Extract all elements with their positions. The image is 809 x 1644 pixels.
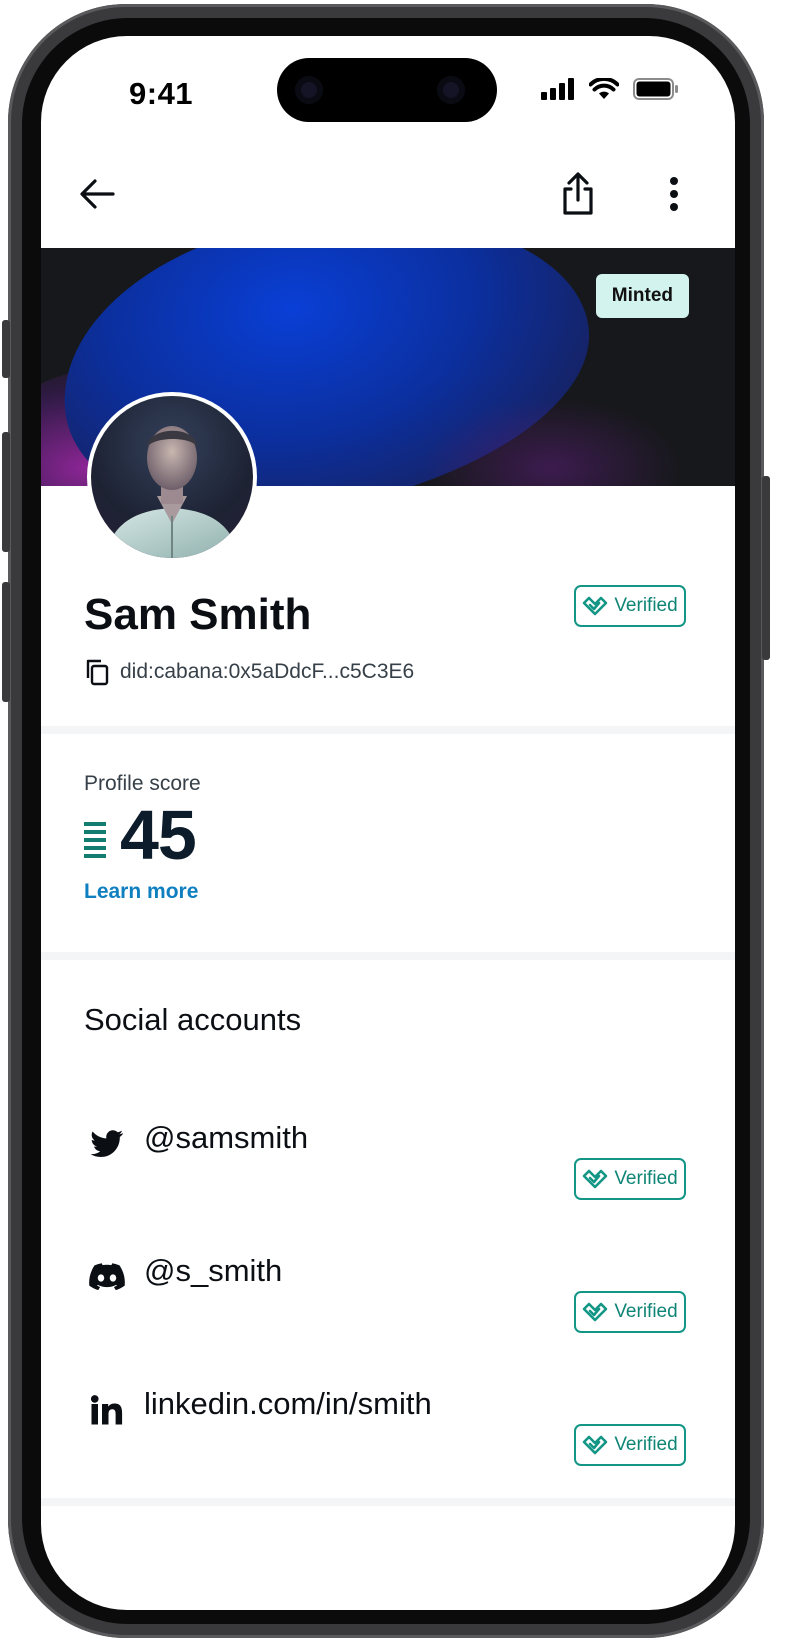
cellular-signal-icon: [541, 78, 574, 100]
sensor-lens: [437, 76, 465, 104]
silent-switch: [2, 582, 10, 702]
screen: 9:41 Minted Sam Smith did:cabana:0x5aDdc…: [41, 36, 735, 1610]
power-button: [762, 476, 770, 660]
status-bar: 9:41: [41, 36, 735, 146]
copy-icon: [86, 659, 109, 686]
score-value: 45: [120, 796, 197, 874]
linkedin-icon: [89, 1392, 125, 1428]
verified-heart-icon: [583, 1169, 608, 1189]
did-row[interactable]: did:cabana:0x5aDdcF...c5C3E6: [84, 658, 414, 686]
account-handle: @s_smith: [144, 1253, 283, 1288]
wifi-icon: [589, 78, 619, 99]
account-verified-badge: Verified: [574, 1424, 686, 1466]
section-divider: [41, 952, 735, 960]
section-divider: [41, 1498, 735, 1506]
share-icon: [563, 172, 593, 215]
account-verified-badge: Verified: [574, 1158, 686, 1200]
social-accounts-title: Social accounts: [84, 1002, 302, 1037]
dynamic-island: [277, 58, 497, 122]
social-account-linkedin[interactable]: linkedin.com/in/smith Verified: [41, 1376, 735, 1476]
account-handle: linkedin.com/in/smith: [144, 1386, 432, 1421]
social-accounts-section: Social accounts @samsmith Verified @s_sm…: [41, 962, 735, 1502]
minted-badge: Minted: [595, 274, 689, 318]
verified-label: Verified: [614, 1301, 678, 1322]
did-text: did:cabana:0x5aDdcF...c5C3E6: [120, 660, 415, 683]
top-navigation: [41, 146, 735, 248]
score-label: Profile score: [84, 772, 201, 795]
arrow-left-icon: [80, 179, 115, 209]
profile-verified-badge: Verified: [574, 585, 686, 627]
avatar-photo: [91, 396, 253, 558]
verified-heart-icon: [583, 1302, 608, 1322]
status-time: 9:41: [129, 76, 194, 111]
avatar[interactable]: [87, 392, 257, 562]
back-button[interactable]: [67, 164, 127, 224]
twitter-icon: [89, 1126, 125, 1162]
battery-icon: [633, 78, 678, 100]
profile-name: Sam Smith: [84, 590, 312, 639]
verified-label: Verified: [614, 595, 678, 616]
verified-heart-icon: [583, 1435, 608, 1455]
volume-down-button: [2, 432, 10, 552]
profile-header: Sam Smith did:cabana:0x5aDdcF...c5C3E6 V…: [41, 576, 735, 726]
verified-label: Verified: [614, 1434, 678, 1455]
verified-heart-icon: [583, 596, 608, 616]
camera-lens: [295, 76, 323, 104]
account-verified-badge: Verified: [574, 1291, 686, 1333]
share-button[interactable]: [548, 164, 608, 224]
account-handle: @samsmith: [144, 1120, 309, 1155]
more-options-button[interactable]: [644, 164, 704, 224]
social-account-discord[interactable]: @s_smith Verified: [41, 1243, 735, 1343]
social-account-twitter[interactable]: @samsmith Verified: [41, 1110, 735, 1210]
section-divider: [41, 726, 735, 734]
person-silhouette-icon: [105, 426, 239, 558]
score-row: 45: [84, 796, 197, 874]
more-vertical-icon: [670, 177, 678, 211]
verified-label: Verified: [614, 1168, 678, 1189]
learn-more-link[interactable]: Learn more: [84, 880, 198, 904]
discord-icon: [89, 1259, 125, 1295]
profile-score-section: Profile score 45 Learn more: [41, 734, 735, 954]
status-icons: [541, 78, 679, 100]
volume-up-button: [2, 320, 10, 378]
score-bars-icon: [84, 822, 106, 858]
